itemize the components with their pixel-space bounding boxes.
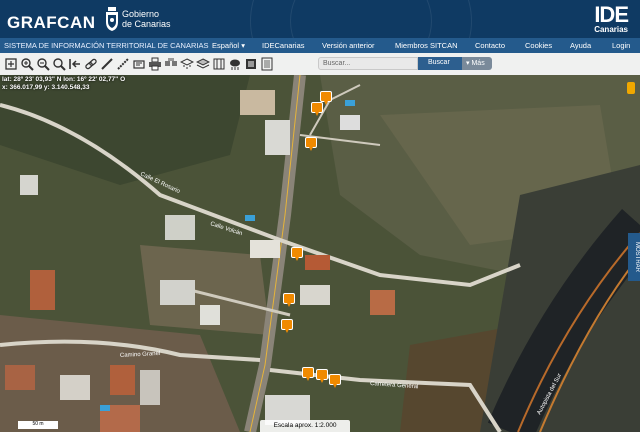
link-icon[interactable] [84,57,98,71]
site-title: SISTEMA DE INFORMACIÓN TERRITORIAL DE CA… [4,41,209,50]
bus-stop-marker[interactable] [320,91,332,105]
bus-stop-marker[interactable] [281,319,293,333]
zoom-extent-icon[interactable] [4,57,18,71]
gobierno-logo[interactable]: Gobierno de Canarias [122,9,171,29]
top-nav: SISTEMA DE INFORMACIÓN TERRITORIAL DE CA… [0,38,640,53]
scale-text: Escala aprox. 1:2.000 [260,420,350,432]
share-icon[interactable] [164,57,178,71]
search-icon[interactable] [52,57,66,71]
ide-logo-text: IDE [594,2,629,27]
nav-cookies[interactable]: Cookies [525,41,552,50]
cloud-icon[interactable] [212,57,226,71]
measure-distance-icon[interactable] [100,57,114,71]
scale-bar: 50 m [18,421,58,429]
coordinates-latlon: lat: 28º 23' 03,93" N lon: 16º 22' 02,77… [2,76,126,83]
gobierno-line1: Gobierno [122,9,160,19]
bus-stop-marker[interactable] [311,102,323,116]
road-label: Calle Volcán [209,221,243,237]
nav-version-anterior[interactable]: Versión anterior [322,41,375,50]
more-button[interactable]: ▾ Más [462,57,492,70]
coordinates-readout: lat: 28º 23' 03,93" N lon: 16º 22' 02,77… [2,76,125,92]
nav-login[interactable]: Login [612,41,630,50]
map-view[interactable]: Calle El Rosario Calle Volcán Camino Gra… [0,75,640,432]
zoom-out-icon[interactable] [36,57,50,71]
road-label: Camino Granel [120,351,161,359]
road-label: Calle El Rosario [139,171,181,195]
ide-canarias-logo[interactable]: IDE Canarias [594,2,629,34]
nav-ayuda[interactable]: Ayuda [570,41,591,50]
road-label: Autopista del Sur [536,373,563,416]
grafcan-logo[interactable]: GRAFCAN [7,13,96,33]
3d-view-icon[interactable] [196,57,210,71]
bus-stop-marker[interactable] [316,369,328,383]
ide-logo-subtext: Canarias [594,25,628,34]
road-label: Carretera General [370,381,419,390]
nav-language[interactable]: Español ▾ [212,41,245,50]
layers-icon[interactable] [180,57,194,71]
header-decoration [290,0,432,38]
bus-stop-marker[interactable] [283,293,295,307]
grid-icon[interactable] [228,57,242,71]
canarias-shield-icon [106,7,118,31]
bus-stop-marker[interactable] [329,374,341,388]
coordinates-xy: x: 366.017,99 y: 3.140.548,33 [2,84,90,91]
document-icon[interactable] [260,57,274,71]
nav-idecanarias[interactable]: IDECanarias [262,41,305,50]
legend-icon[interactable] [244,57,258,71]
chevron-down-icon: ▾ [241,41,245,50]
search-input[interactable]: Buscar... [318,57,418,70]
print-icon[interactable] [148,57,162,71]
zoom-in-icon[interactable] [20,57,34,71]
gobierno-line2: de Canarias [122,19,171,29]
nav-language-label: Español [212,41,240,50]
header: GRAFCAN Gobierno de Canarias IDE Canaria… [0,0,640,38]
bus-stop-marker[interactable] [302,367,314,381]
nav-miembros-sitcan[interactable]: Miembros SITCAN [395,41,458,50]
measure-area-icon[interactable] [116,57,130,71]
more-button-label: Más [471,60,485,67]
show-panel-tab[interactable]: MOSTRAR [628,233,640,281]
previous-view-icon[interactable] [68,57,82,71]
bus-stop-marker[interactable] [305,137,317,151]
location-marker-icon[interactable] [627,82,635,94]
bus-stop-marker[interactable] [291,247,303,261]
draw-icon[interactable] [132,57,146,71]
nav-contacto[interactable]: Contacto [475,41,505,50]
